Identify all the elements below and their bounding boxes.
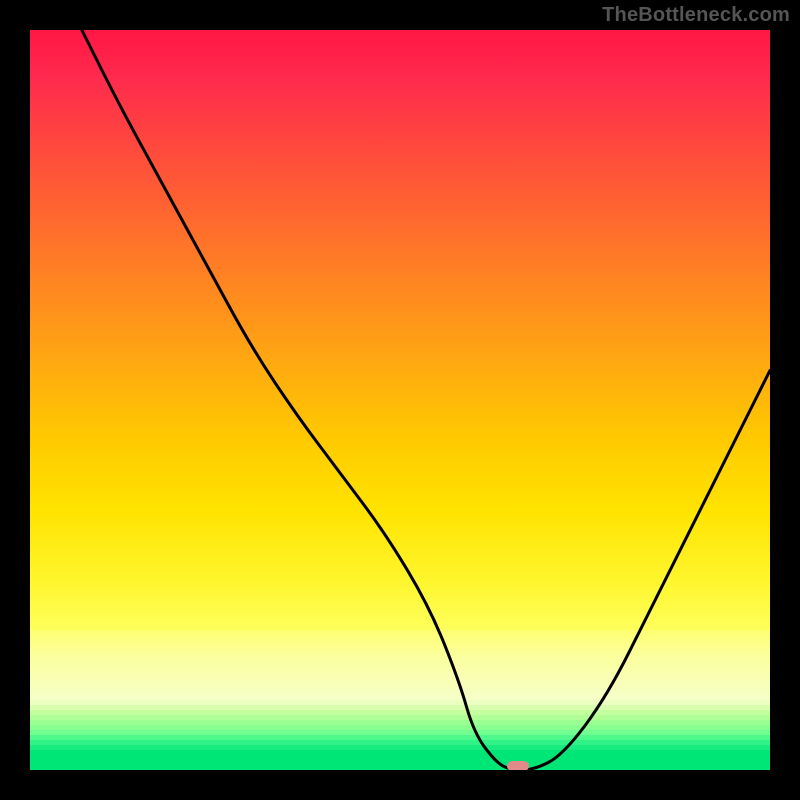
chart-frame: TheBottleneck.com	[0, 0, 800, 800]
minimum-marker	[507, 761, 529, 770]
bottleneck-curve	[30, 30, 770, 770]
watermark-text: TheBottleneck.com	[602, 4, 790, 27]
plot-area	[30, 30, 770, 770]
